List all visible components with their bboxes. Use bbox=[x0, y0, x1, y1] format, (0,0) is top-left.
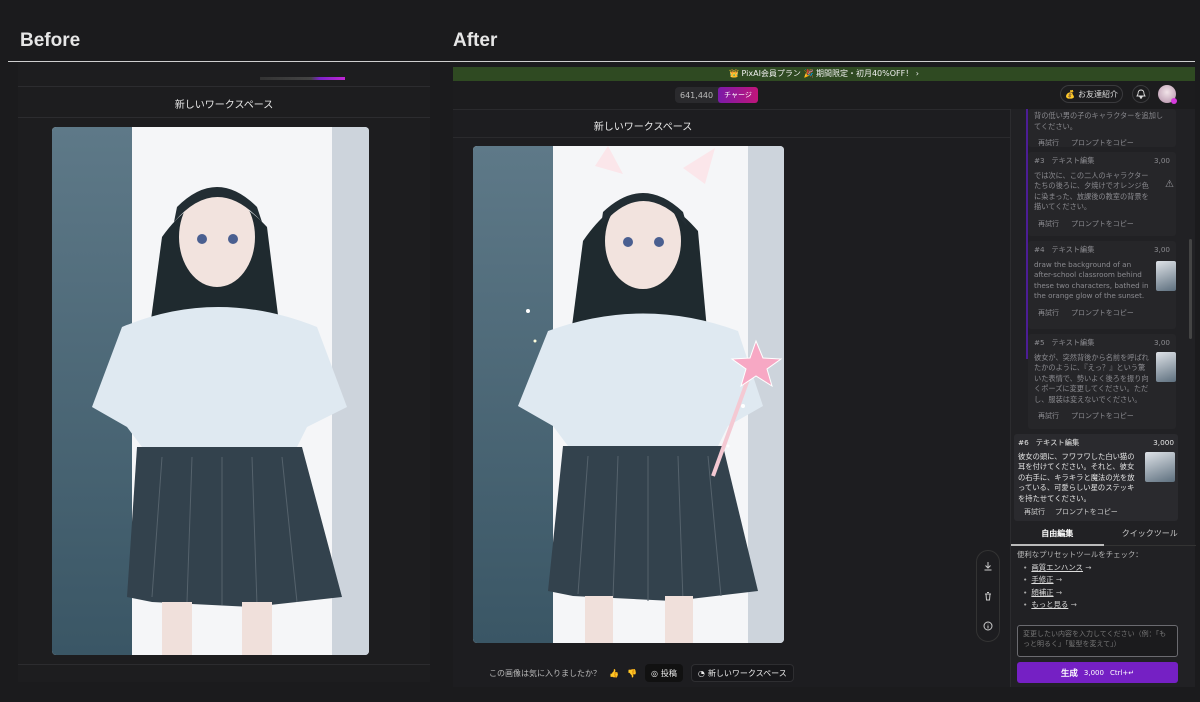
history-prompt: 背の低い男の子のキャラクターを追加してください。 bbox=[1034, 111, 1164, 131]
girl-figure-illustration bbox=[92, 187, 347, 655]
history-cost: 3,00 bbox=[1153, 245, 1170, 254]
promo-banner[interactable]: 👑 PixAI会員プラン 🎉 期間限定・初月40%OFF！ › bbox=[453, 67, 1195, 81]
divider bbox=[18, 86, 430, 87]
history-type: テキスト編集 bbox=[1051, 156, 1095, 165]
divider bbox=[18, 117, 430, 118]
history-prompt: では次に、この二人のキャラクターたちの後ろに、夕焼けでオレンジ色に染まった、放課… bbox=[1034, 170, 1149, 212]
retry-button[interactable]: 再試行 bbox=[1038, 308, 1059, 319]
history-type: テキスト編集 bbox=[1051, 338, 1095, 347]
history-thumbnail[interactable] bbox=[1156, 352, 1176, 382]
post-label: 投稿 bbox=[660, 668, 677, 678]
generate-button[interactable]: 生成 3,000 Ctrl+↵ bbox=[1017, 662, 1178, 683]
workspace-title: 新しいワークスペース bbox=[593, 122, 693, 133]
history-number: #6 bbox=[1018, 438, 1029, 447]
generated-image-before bbox=[52, 127, 369, 655]
history-cost: 3,000 bbox=[1153, 438, 1174, 447]
chat-icon: ◔ bbox=[697, 668, 705, 678]
charge-button[interactable]: チャージ bbox=[718, 87, 758, 103]
current-history-entry: #6 テキスト編集 3,000 彼女の頭に、フワフワした白い猫の耳を付けてくださ… bbox=[1014, 434, 1178, 521]
new-workspace-label: 新しいワークスペース bbox=[707, 668, 787, 678]
copy-prompt-button[interactable]: プロンプトをコピー bbox=[1055, 507, 1118, 518]
notification-button[interactable] bbox=[1132, 85, 1150, 103]
retry-button[interactable]: 再試行 bbox=[1024, 507, 1045, 518]
progress-strip bbox=[260, 77, 345, 80]
thumbs-down-icon[interactable]: 👎 bbox=[627, 669, 637, 678]
workspace-canvas: 新しいワークスペース この画像は気に入りましたか？ 👍 👎 ◎ 投稿 ◔ 新しい… bbox=[453, 109, 1010, 687]
current-thumbnail[interactable] bbox=[1145, 452, 1175, 482]
generate-label: 生成 bbox=[1060, 668, 1078, 679]
history-prompt: draw the background of an after-school c… bbox=[1034, 259, 1149, 301]
preset-link[interactable]: 手修正 bbox=[1031, 575, 1053, 584]
credit-amount: 641,440 bbox=[680, 90, 714, 100]
divider bbox=[453, 137, 1010, 138]
history-entry: #4 テキスト編集 3,00 draw the background of an… bbox=[1028, 241, 1176, 329]
retry-button[interactable]: 再試行 bbox=[1038, 219, 1059, 230]
preset-link[interactable]: 画質エンハンス bbox=[1031, 563, 1083, 572]
history-entry: 背の低い男の子のキャラクターを追加してください。 再試行 プロンプトをコピー bbox=[1028, 109, 1176, 147]
info-icon[interactable] bbox=[982, 620, 994, 632]
user-avatar[interactable] bbox=[1158, 85, 1177, 104]
before-screenshot: 新しいワークスペース bbox=[18, 62, 430, 682]
before-heading: Before bbox=[20, 30, 81, 51]
retry-button[interactable]: 再試行 bbox=[1038, 411, 1059, 422]
post-button[interactable]: ◎ 投稿 bbox=[644, 664, 683, 682]
history-number: #4 bbox=[1034, 245, 1045, 254]
copy-prompt-button[interactable]: プロンプトをコピー bbox=[1071, 219, 1134, 230]
history-number: #3 bbox=[1034, 156, 1045, 165]
edit-panel: 背の低い男の子のキャラクターを追加してください。 再試行 プロンプトをコピー #… bbox=[1010, 109, 1196, 687]
history-entry: #3 テキスト編集 3,00 では次に、この二人のキャラクターたちの後ろに、夕焼… bbox=[1028, 152, 1176, 236]
bell-icon bbox=[1136, 89, 1146, 99]
prompt-input[interactable]: 変更したい内容を入力してください（例：「もっと明るく」「髪型を変えて」） bbox=[1017, 625, 1178, 657]
history-type: テキスト編集 bbox=[1035, 438, 1080, 447]
feedback-question: この画像は気に入りましたか？ bbox=[489, 668, 601, 678]
generate-shortcut: Ctrl+↵ bbox=[1109, 668, 1135, 677]
generate-cost: 3,000 bbox=[1083, 668, 1104, 677]
history-entry: #5 テキスト編集 3,00 彼女が、突然背後から名前を呼ばれたかのように、『え… bbox=[1028, 334, 1176, 429]
retry-button[interactable]: 再試行 bbox=[1038, 138, 1059, 149]
image-tool-rail bbox=[976, 550, 1000, 642]
after-heading: After bbox=[453, 30, 498, 51]
preset-link[interactable]: 顔補正 bbox=[1031, 588, 1053, 597]
thumbs-up-icon[interactable]: 👍 bbox=[609, 669, 619, 678]
copy-prompt-button[interactable]: プロンプトをコピー bbox=[1071, 411, 1134, 422]
history-type: テキスト編集 bbox=[1051, 245, 1095, 254]
tab-free-edit[interactable]: 自由編集 bbox=[1011, 522, 1104, 546]
money-bag-icon: 💰 bbox=[1065, 89, 1075, 99]
catgirl-figure-illustration bbox=[518, 146, 783, 643]
history-cost: 3,00 bbox=[1153, 338, 1170, 347]
history-number: #5 bbox=[1034, 338, 1045, 347]
generated-image-after[interactable] bbox=[473, 146, 784, 643]
edit-tabs: 自由編集 クイックツール bbox=[1011, 522, 1196, 546]
copy-prompt-button[interactable]: プロンプトをコピー bbox=[1071, 308, 1134, 319]
post-icon: ◎ bbox=[650, 668, 658, 678]
warning-icon: ⚠ bbox=[1165, 179, 1174, 190]
preset-link[interactable]: もっと見る bbox=[1031, 600, 1068, 609]
credit-balance: 641,440 チャージ bbox=[675, 87, 758, 103]
copy-prompt-button[interactable]: プロンプトをコピー bbox=[1071, 138, 1134, 149]
divider bbox=[18, 664, 430, 665]
workspace-title: 新しいワークスペース bbox=[174, 100, 274, 111]
trash-icon[interactable] bbox=[982, 590, 994, 602]
invite-label: お友達紹介 bbox=[1077, 89, 1118, 99]
history-thumbnail[interactable] bbox=[1156, 261, 1176, 291]
download-icon[interactable] bbox=[982, 560, 994, 572]
preset-tools: 便利なプリセットツールをチェック： 画質エンハンス → 手修正 → 顔補正 → … bbox=[1017, 549, 1143, 612]
tab-quick-tools[interactable]: クイックツール bbox=[1103, 522, 1196, 546]
feedback-bar: この画像は気に入りましたか？ 👍 👎 ◎ 投稿 ◔ 新しいワークスペース bbox=[489, 663, 794, 683]
history-scrollbar[interactable] bbox=[1189, 239, 1192, 339]
history-prompt: 彼女が、突然背後から名前を呼ばれたかのように、『えっ？』という驚いた表情で、勢い… bbox=[1034, 352, 1149, 404]
invite-friends-button[interactable]: 💰 お友達紹介 bbox=[1060, 85, 1123, 103]
after-screenshot: 👑 PixAI会員プラン 🎉 期間限定・初月40%OFF！ › 641,440 … bbox=[453, 67, 1196, 687]
history-cost: 3,00 bbox=[1153, 156, 1170, 165]
new-workspace-button[interactable]: ◔ 新しいワークスペース bbox=[690, 664, 794, 682]
presets-heading: 便利なプリセットツールをチェック： bbox=[1017, 550, 1143, 559]
